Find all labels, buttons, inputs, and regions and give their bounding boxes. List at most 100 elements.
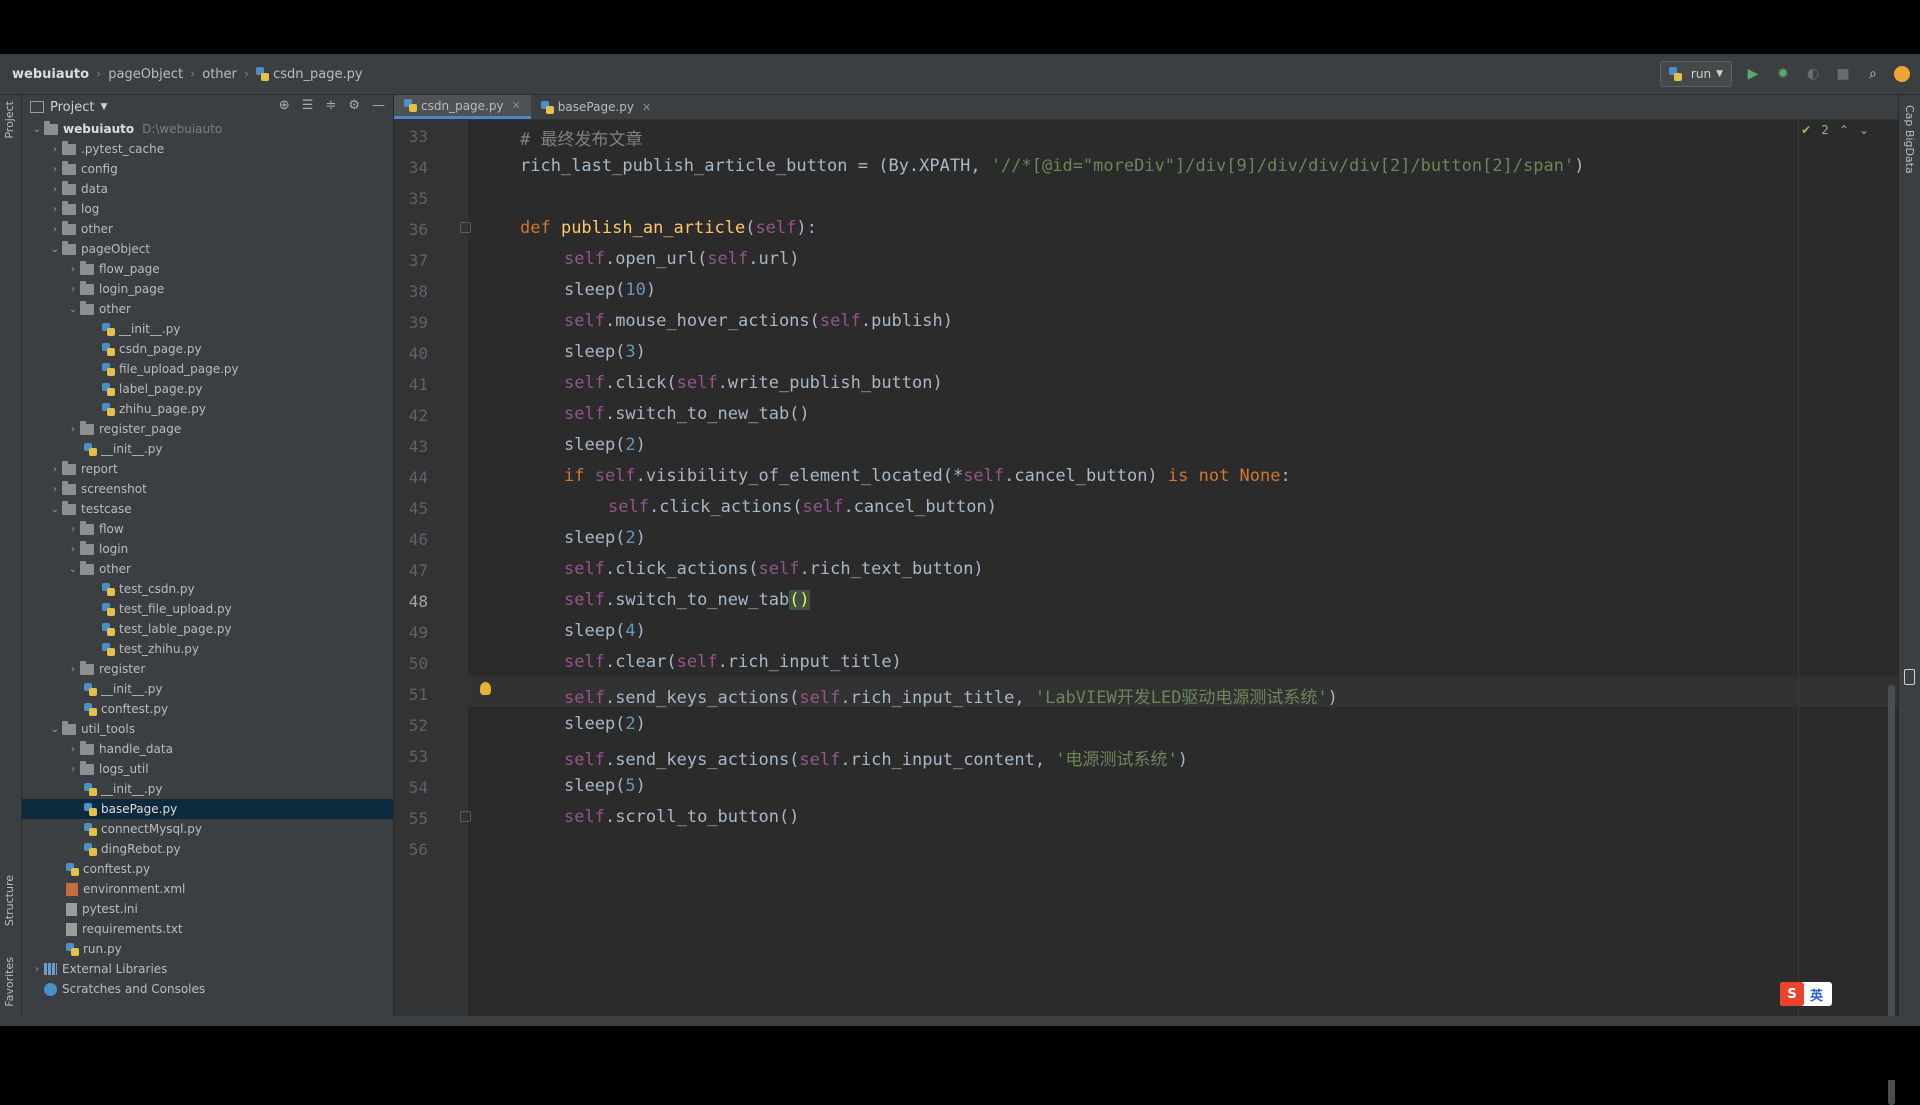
code-line[interactable]: # 最终发布文章: [520, 125, 642, 150]
code-line[interactable]: self.click(self.write_publish_button): [564, 373, 943, 393]
chevron-right-icon[interactable]: ›: [66, 664, 80, 675]
chevron-down-icon[interactable]: ⌄: [48, 504, 62, 515]
breadcrumb-pageobject[interactable]: pageObject: [108, 67, 183, 82]
chevron-down-icon[interactable]: ⌄: [1859, 123, 1869, 137]
breadcrumb-file[interactable]: csdn_page.py: [256, 67, 363, 82]
chevron-right-icon[interactable]: ›: [48, 484, 62, 495]
tree-item-folder[interactable]: › log: [22, 199, 393, 219]
tree-item-file-selected[interactable]: basePage.py: [22, 799, 393, 819]
run-icon[interactable]: ▶: [1744, 65, 1762, 83]
chevron-right-icon[interactable]: ›: [48, 204, 62, 215]
tree-item-folder[interactable]: › flow: [22, 519, 393, 539]
code-line[interactable]: sleep(3): [564, 342, 646, 362]
bigdata-tool-button[interactable]: Cap BigData: [1903, 105, 1916, 174]
fold-marker-icon[interactable]: [460, 222, 471, 233]
code-line[interactable]: self.switch_to_new_tab(): [564, 404, 810, 424]
tree-item-folder[interactable]: ⌄ other: [22, 559, 393, 579]
chevron-right-icon[interactable]: ›: [48, 144, 62, 155]
tree-item-folder[interactable]: › screenshot: [22, 479, 393, 499]
bottle-icon[interactable]: [1904, 669, 1915, 685]
hide-icon[interactable]: —: [372, 98, 385, 113]
tree-item-folder[interactable]: › flow_page: [22, 259, 393, 279]
code-line[interactable]: self.clear(self.rich_input_title): [564, 652, 902, 672]
tree-item-scratches[interactable]: Scratches and Consoles: [22, 979, 393, 999]
tree-item-file[interactable]: __init__.py: [22, 679, 393, 699]
locate-icon[interactable]: ⊕: [279, 98, 290, 113]
tree-item-folder[interactable]: › other: [22, 219, 393, 239]
chevron-right-icon[interactable]: ›: [48, 184, 62, 195]
tab-csdn-page[interactable]: csdn_page.py ✕: [394, 95, 531, 119]
tree-item-file[interactable]: __init__.py: [22, 779, 393, 799]
tree-item-file[interactable]: __init__.py: [22, 319, 393, 339]
tree-item-folder[interactable]: ⌄ pageObject: [22, 239, 393, 259]
code-line[interactable]: if self.visibility_of_element_located(*s…: [564, 466, 1291, 486]
tree-item-folder[interactable]: › login: [22, 539, 393, 559]
chevron-right-icon[interactable]: ›: [48, 224, 62, 235]
code-line[interactable]: sleep(2): [564, 435, 646, 455]
code-line-current[interactable]: self.switch_to_new_tab(): [564, 590, 810, 610]
expand-all-icon[interactable]: ☰: [302, 98, 314, 113]
collapse-all-icon[interactable]: ≑: [325, 98, 336, 113]
tree-item-webuiauto[interactable]: ⌄ webuiauto D:\webuiauto: [22, 119, 393, 139]
tree-item-folder[interactable]: › report: [22, 459, 393, 479]
code-line[interactable]: self.scroll_to_button(): [564, 807, 799, 827]
code-line[interactable]: self.click_actions(self.rich_text_button…: [564, 559, 984, 579]
tree-item-file[interactable]: dingRebot.py: [22, 839, 393, 859]
code-line[interactable]: self.send_keys_actions(self.rich_input_t…: [564, 683, 1338, 708]
project-view-select[interactable]: Project: [50, 100, 94, 115]
tree-item-file[interactable]: requirements.txt: [22, 919, 393, 939]
chevron-up-icon[interactable]: ⌃: [1839, 123, 1849, 137]
tree-item-folder[interactable]: › register: [22, 659, 393, 679]
code-line[interactable]: def publish_an_article(self):: [520, 218, 817, 238]
tree-item-folder[interactable]: › config: [22, 159, 393, 179]
tree-item-folder[interactable]: › handle_data: [22, 739, 393, 759]
tree-item-file[interactable]: conftest.py: [22, 859, 393, 879]
code-line[interactable]: sleep(2): [564, 714, 646, 734]
code-line[interactable]: self.open_url(self.url): [564, 249, 799, 269]
chevron-right-icon[interactable]: ›: [66, 524, 80, 535]
tree-item-folder[interactable]: › .pytest_cache: [22, 139, 393, 159]
chevron-down-icon[interactable]: ⌄: [48, 724, 62, 735]
inspection-widget[interactable]: ✔ 2 ⌃ ⌄: [1801, 123, 1869, 137]
code-line[interactable]: self.mouse_hover_actions(self.publish): [564, 311, 953, 331]
debug-icon[interactable]: ✹: [1774, 65, 1792, 83]
code-line[interactable]: rich_last_publish_article_button = (By.X…: [520, 156, 1584, 176]
code-line[interactable]: sleep(10): [564, 280, 656, 300]
chevron-right-icon[interactable]: ›: [66, 264, 80, 275]
stop-icon[interactable]: ■: [1834, 65, 1852, 83]
code-line[interactable]: sleep(5): [564, 776, 646, 796]
update-icon[interactable]: [1894, 66, 1910, 82]
tab-basepage[interactable]: basePage.py ✕: [531, 95, 661, 119]
coverage-icon[interactable]: ◐: [1804, 65, 1822, 83]
tree-item-file[interactable]: __init__.py: [22, 439, 393, 459]
search-icon[interactable]: ⌕: [1864, 65, 1882, 83]
close-icon[interactable]: ✕: [642, 101, 651, 114]
tree-item-file[interactable]: zhihu_page.py: [22, 399, 393, 419]
tree-item-file[interactable]: file_upload_page.py: [22, 359, 393, 379]
tree-item-folder[interactable]: ⌄ testcase: [22, 499, 393, 519]
tree-item-file[interactable]: environment.xml: [22, 879, 393, 899]
tree-item-folder[interactable]: › data: [22, 179, 393, 199]
tree-item-file[interactable]: test_file_upload.py: [22, 599, 393, 619]
chevron-down-icon[interactable]: ⌄: [30, 124, 44, 135]
lightbulb-icon[interactable]: [480, 682, 491, 695]
code-line[interactable]: self.click_actions(self.cancel_button): [608, 497, 997, 517]
chevron-right-icon[interactable]: ›: [66, 424, 80, 435]
tree-item-folder[interactable]: › register_page: [22, 419, 393, 439]
breadcrumb-project[interactable]: webuiauto: [12, 67, 89, 82]
tree-item-file[interactable]: label_page.py: [22, 379, 393, 399]
chevron-right-icon[interactable]: ›: [66, 764, 80, 775]
tree-item-file[interactable]: test_csdn.py: [22, 579, 393, 599]
tree-item-file[interactable]: test_lable_page.py: [22, 619, 393, 639]
favorites-tool-button[interactable]: Favorites: [3, 957, 16, 1007]
tree-item-external-libraries[interactable]: › External Libraries: [22, 959, 393, 979]
breadcrumb-other[interactable]: other: [202, 67, 237, 82]
chevron-right-icon[interactable]: ›: [30, 964, 44, 975]
tree-item-file[interactable]: test_zhihu.py: [22, 639, 393, 659]
code-line[interactable]: sleep(2): [564, 528, 646, 548]
chevron-down-icon[interactable]: ⌄: [66, 304, 80, 315]
tree-item-file[interactable]: connectMysql.py: [22, 819, 393, 839]
chevron-right-icon[interactable]: ›: [48, 464, 62, 475]
tree-item-folder[interactable]: ⌄ util_tools: [22, 719, 393, 739]
tree-item-file[interactable]: csdn_page.py: [22, 339, 393, 359]
